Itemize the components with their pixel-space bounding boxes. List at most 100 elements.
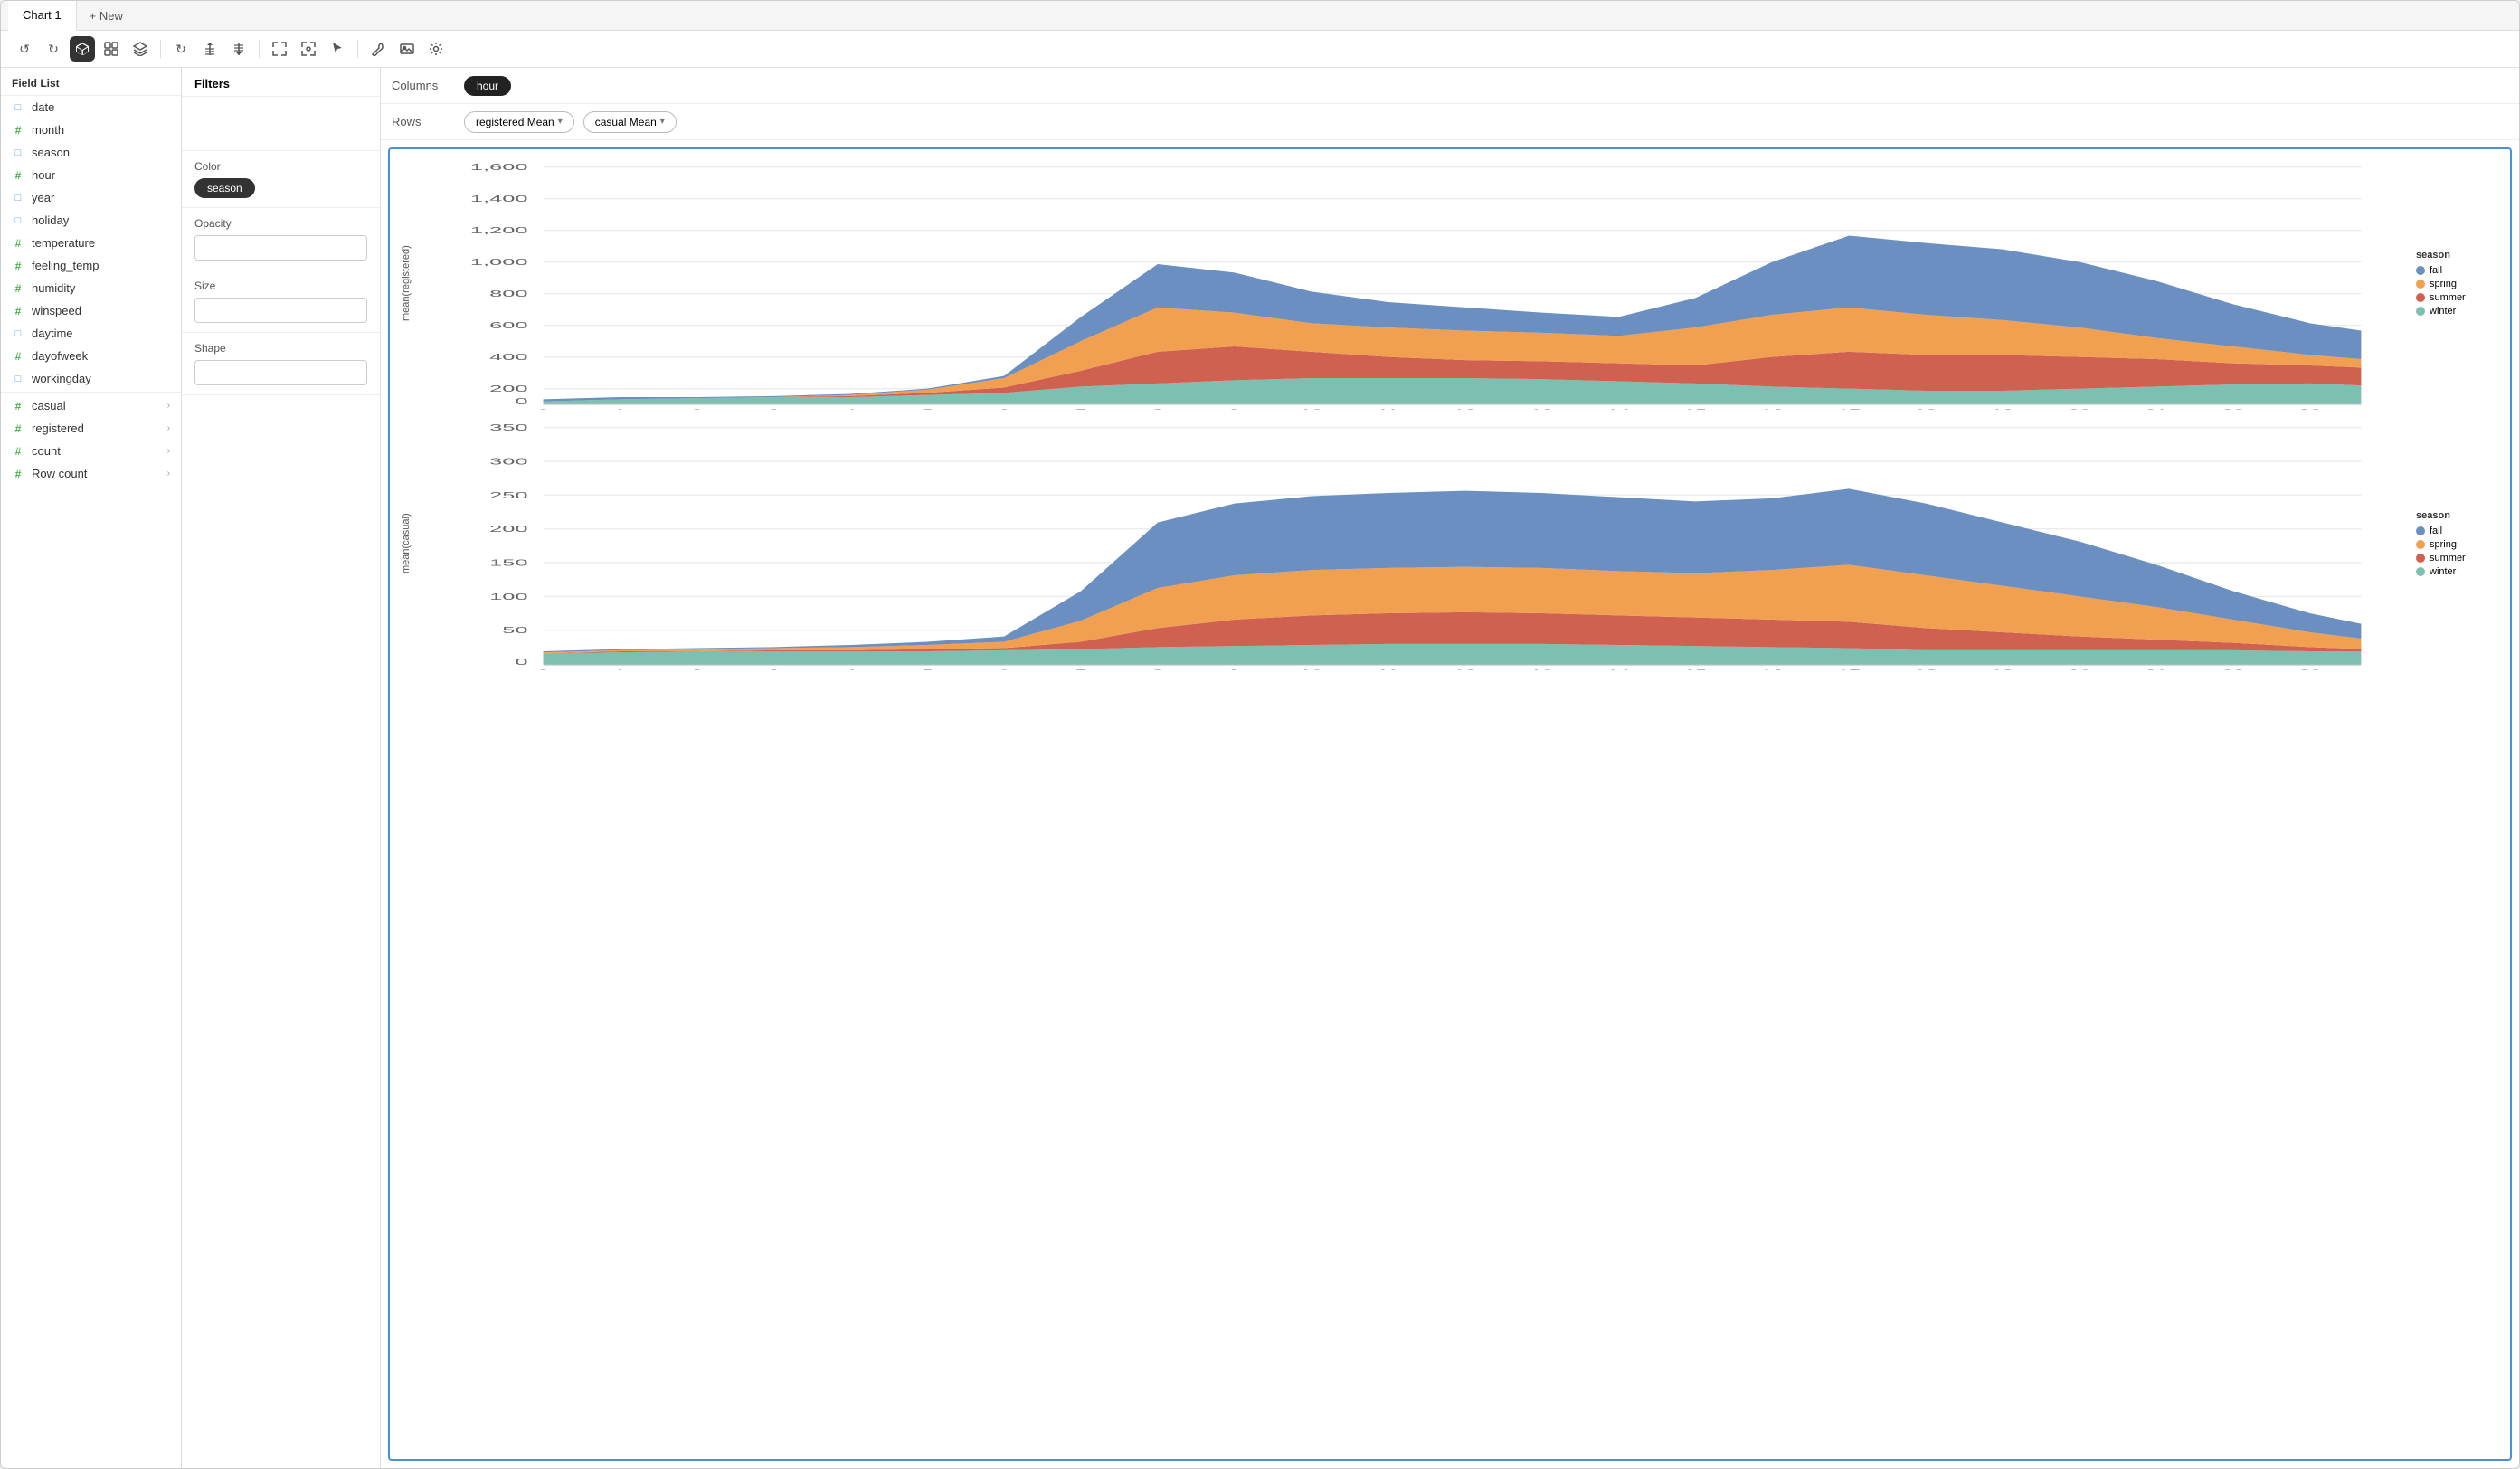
undo-button[interactable]: ↺: [12, 36, 37, 62]
table-button[interactable]: [99, 36, 124, 62]
toolbar: ↺ ↻ ↻: [1, 31, 2519, 68]
image-button[interactable]: [394, 36, 420, 62]
field-month[interactable]: # month: [1, 118, 181, 141]
columns-value-pill[interactable]: hour: [464, 76, 511, 96]
field-casual[interactable]: # casual ›: [1, 394, 181, 417]
legend-spring-label: spring: [2430, 279, 2457, 289]
gear-button[interactable]: [423, 36, 449, 62]
field-temperature-label: temperature: [32, 236, 170, 250]
expand-registered-icon[interactable]: ›: [167, 423, 170, 433]
field-daytime[interactable]: □ daytime: [1, 322, 181, 345]
hash-icon: #: [12, 124, 24, 137]
rows-pill-casual[interactable]: casual Mean ▾: [583, 111, 677, 133]
hash-icon: #: [12, 169, 24, 182]
rows-pill-registered[interactable]: registered Mean ▾: [464, 111, 574, 133]
legend-spring: spring: [2416, 279, 2499, 289]
chart2-legend-items: season fall spring summer: [2416, 510, 2499, 577]
cube-button[interactable]: [70, 36, 95, 62]
svg-text:4: 4: [845, 407, 857, 410]
field-date[interactable]: □ date: [1, 96, 181, 118]
legend2-spring-dot: [2416, 540, 2425, 549]
tab-chart1[interactable]: Chart 1: [8, 1, 77, 31]
field-feeling-temp[interactable]: # feeling_temp: [1, 254, 181, 277]
chart1-legend: season fall spring summer: [2412, 156, 2503, 410]
field-humidity[interactable]: # humidity: [1, 277, 181, 299]
dim-icon: □: [12, 327, 24, 340]
svg-text:9: 9: [1229, 668, 1241, 670]
field-humidity-label: humidity: [32, 281, 170, 295]
svg-text:0: 0: [537, 668, 549, 670]
svg-text:16: 16: [1761, 668, 1784, 670]
svg-text:19: 19: [1991, 407, 2013, 410]
field-row-count-label: Row count: [32, 467, 160, 480]
field-row-count[interactable]: # Row count ›: [1, 462, 181, 485]
pointer-button[interactable]: [325, 36, 350, 62]
layers-button[interactable]: [128, 36, 153, 62]
chart-casual: mean(casual): [397, 417, 2503, 670]
filters-empty-area: [182, 97, 380, 151]
svg-text:10: 10: [1300, 407, 1322, 410]
size-input[interactable]: [194, 298, 367, 323]
expand-count-icon[interactable]: ›: [167, 446, 170, 456]
svg-text:13: 13: [1530, 407, 1553, 410]
opacity-input[interactable]: [194, 235, 367, 261]
svg-text:15: 15: [1684, 668, 1707, 670]
shape-input[interactable]: [194, 360, 367, 385]
field-temperature[interactable]: # temperature: [1, 232, 181, 254]
field-holiday[interactable]: □ holiday: [1, 209, 181, 232]
columns-value-text: hour: [477, 80, 498, 92]
opacity-label: Opacity: [194, 217, 367, 230]
legend-spring-dot: [2416, 280, 2425, 289]
legend2-winter-label: winter: [2430, 566, 2456, 577]
svg-text:8: 8: [1152, 668, 1164, 670]
expand-button[interactable]: [267, 36, 292, 62]
field-count[interactable]: # count ›: [1, 440, 181, 462]
svg-text:14: 14: [1607, 668, 1631, 670]
svg-text:23: 23: [2298, 668, 2321, 670]
field-season[interactable]: □ season: [1, 141, 181, 164]
field-year[interactable]: □ year: [1, 186, 181, 209]
legend-summer: summer: [2416, 292, 2499, 303]
legend2-spring: spring: [2416, 539, 2499, 550]
legend2-summer-dot: [2416, 554, 2425, 563]
svg-text:21: 21: [2145, 668, 2167, 670]
expand-casual-icon[interactable]: ›: [167, 401, 170, 411]
svg-text:17: 17: [1838, 668, 1861, 670]
chart2-legend: season fall spring summer: [2412, 417, 2503, 670]
rows-pill-registered-text: registered Mean: [476, 116, 554, 128]
field-date-label: date: [32, 100, 170, 114]
svg-text:1: 1: [614, 668, 626, 670]
color-value-pill[interactable]: season: [194, 178, 255, 198]
filters-panel: Filters Color season Opacity Size Shape: [182, 68, 381, 1468]
expand-settings-button[interactable]: [296, 36, 321, 62]
field-winspeed[interactable]: # winspeed: [1, 299, 181, 322]
svg-text:21: 21: [2145, 407, 2167, 410]
y-axis-label-registered: mean(registered): [397, 156, 415, 410]
tab-new[interactable]: + New: [77, 2, 136, 30]
sort-desc-button[interactable]: [226, 36, 251, 62]
refresh-button[interactable]: ↻: [168, 36, 194, 62]
legend2-winter: winter: [2416, 566, 2499, 577]
rows-label: Rows: [392, 115, 455, 128]
svg-text:22: 22: [2222, 407, 2244, 410]
field-holiday-label: holiday: [32, 213, 170, 227]
wrench-button[interactable]: [365, 36, 391, 62]
field-hour[interactable]: # hour: [1, 164, 181, 186]
dim-icon: □: [12, 192, 24, 204]
sort-asc-button[interactable]: [197, 36, 223, 62]
redo-button[interactable]: ↻: [41, 36, 66, 62]
tab-bar: Chart 1 + New: [1, 1, 2519, 31]
svg-text:12: 12: [1454, 668, 1476, 670]
field-dayofweek[interactable]: # dayofweek: [1, 345, 181, 367]
expand-row-count-icon[interactable]: ›: [167, 469, 170, 479]
svg-text:400: 400: [489, 352, 528, 363]
chart-area: mean(registered): [388, 147, 2512, 1461]
field-registered[interactable]: # registered ›: [1, 417, 181, 440]
svg-text:1,600: 1,600: [470, 162, 528, 173]
svg-text:7: 7: [1075, 668, 1087, 670]
legend-summer-dot: [2416, 293, 2425, 302]
hash-icon: #: [12, 237, 24, 250]
app-container: Chart 1 + New ↺ ↻ ↻: [0, 0, 2520, 1469]
legend2-winter-dot: [2416, 567, 2425, 576]
field-workingday[interactable]: □ workingday: [1, 367, 181, 390]
